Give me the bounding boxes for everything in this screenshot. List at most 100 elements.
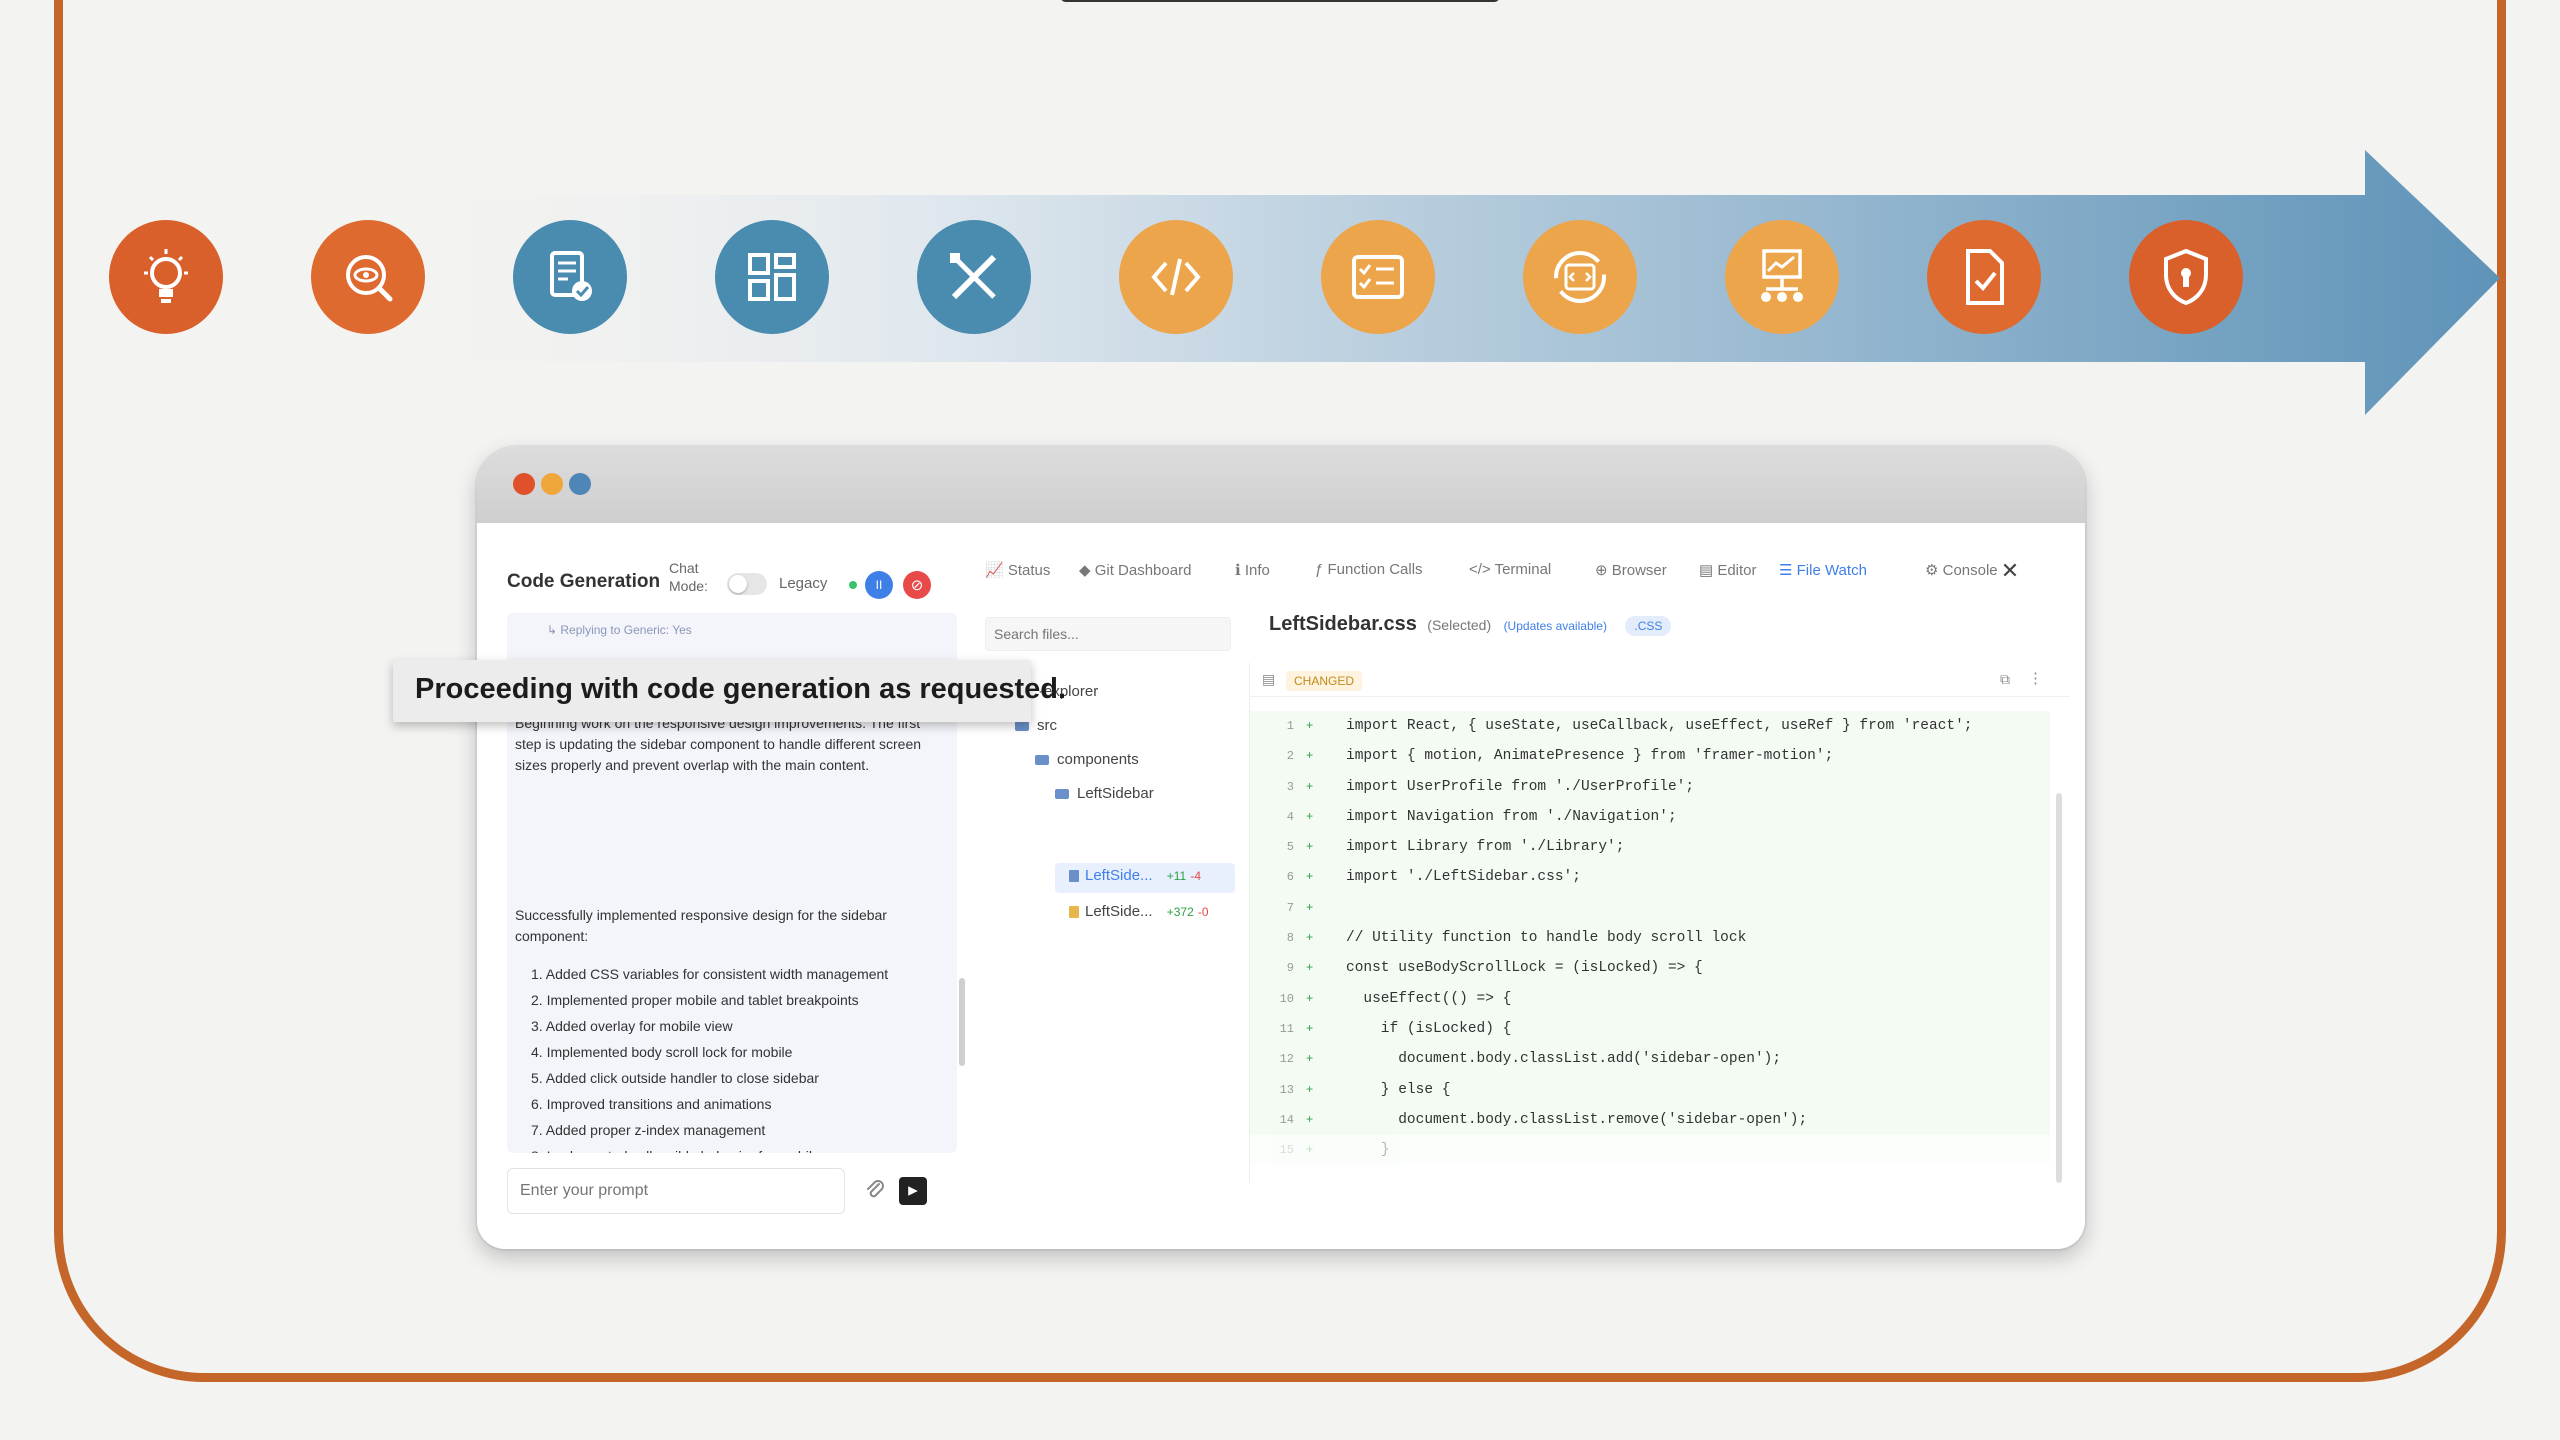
folder-icon — [1015, 721, 1029, 732]
window-titlebar — [477, 447, 2085, 523]
code-line: 13 + } else { — [1250, 1074, 2050, 1105]
eye-search-icon — [311, 220, 425, 334]
tree-folder-label: LeftSidebar — [1077, 785, 1154, 802]
code-line: 14 + document.body.classList.remove('side… — [1250, 1104, 2050, 1136]
code-line: 3 + import UserProfile from './UserProfile… — [1250, 771, 2050, 802]
code-text: import Library from './Library'; — [1346, 839, 1625, 856]
faded-message: ↳ Replying to Generic: Yes — [547, 623, 692, 637]
line-number: 14 — [1279, 1112, 1294, 1127]
added-marker: + — [1306, 719, 1314, 733]
added-marker: + — [1306, 1082, 1314, 1097]
copy-icon[interactable]: ⧉ — [2000, 671, 2010, 688]
line-number: 15 — [1279, 1143, 1294, 1158]
tree-file[interactable]: LeftSide... +11 -4 — [1069, 867, 1201, 884]
code-text: } else { — [1346, 1081, 1451, 1098]
checklist-icon — [1321, 220, 1435, 334]
code-line: 11 + if (isLocked) { — [1250, 1013, 2050, 1045]
tab[interactable]: ◆ Git Dashboard — [1079, 561, 1191, 579]
more-options-icon[interactable]: ⋮ — [2028, 669, 2043, 687]
stop-button[interactable]: ⊘ — [903, 571, 931, 599]
code-line: 10 + useEffect(() => { — [1250, 983, 2050, 1014]
workspace: Code Generation Chat Mode: Legacy II ⊘ ↳… — [499, 523, 2079, 1248]
line-number: 4 — [1286, 809, 1294, 824]
design-tools-icon — [917, 220, 1031, 334]
tree-folder-label: src — [1037, 717, 1057, 734]
added-marker: + — [1306, 991, 1314, 1006]
close-window-button[interactable] — [513, 473, 535, 495]
code-text: } — [1346, 1142, 1390, 1159]
tab[interactable]: ƒ Function Calls — [1315, 561, 1423, 578]
tree-folder-label: components — [1057, 751, 1139, 768]
paperclip-icon[interactable] — [863, 1178, 889, 1204]
code-text: document.body.classList.remove('sidebar-… — [1346, 1111, 1808, 1128]
tab[interactable]: ⚙ Console — [1925, 561, 1998, 579]
line-number: 6 — [1286, 870, 1294, 885]
added-marker: + — [1306, 1143, 1314, 1158]
file-icon — [1069, 906, 1079, 919]
code-text: const useBodyScrollLock = (isLocked) => … — [1346, 960, 1703, 977]
document-icon[interactable]: ▤ — [1262, 671, 1275, 688]
blocks-icon — [715, 220, 829, 334]
tool-tabs: ✕ 📈 Status ◆ Git Dashboard ℹ Info ƒ Functio… — [979, 557, 2079, 593]
line-number: 7 — [1286, 900, 1294, 915]
changed-badge: CHANGED — [1286, 671, 1363, 691]
maximize-window-button[interactable] — [569, 473, 591, 495]
chat-panel: Code Generation Chat Mode: Legacy II ⊘ ↳… — [499, 523, 979, 1248]
search-files-input[interactable] — [985, 617, 1231, 651]
tab[interactable]: 📈 Status — [985, 561, 1050, 579]
chat-scrollbar[interactable] — [959, 978, 965, 1066]
list-item: 8. Implemented collapsible behavior for … — [531, 1143, 941, 1153]
tab[interactable]: ☰ File Watch — [1779, 561, 1867, 579]
tree-folder-leftsidebar[interactable]: LeftSidebar — [1055, 785, 1154, 802]
added-marker: + — [1306, 961, 1314, 976]
file-selected-label: (Selected) — [1427, 617, 1492, 633]
line-number: 10 — [1279, 991, 1294, 1006]
code-line: 15 + } — [1250, 1135, 2050, 1166]
code-line: 1 + import React, { useState, useCallback,… — [1250, 711, 2050, 742]
list-item: 3. Added overlay for mobile view — [531, 1018, 733, 1034]
code-text: import React, { useState, useCallback, u… — [1346, 718, 1973, 734]
code-line: 4 + import Navigation from './Navigation'; — [1250, 801, 2050, 833]
added-marker: + — [1306, 779, 1314, 794]
added-marker: + — [1306, 1112, 1314, 1127]
line-number: 12 — [1279, 1052, 1294, 1067]
send-icon — [908, 1186, 918, 1196]
tree-file[interactable]: LeftSide... +372 -0 — [1069, 903, 1209, 920]
code-text: useEffect(() => { — [1346, 990, 1512, 1007]
tab[interactable]: ▤ Editor — [1699, 561, 1757, 579]
minimize-window-button[interactable] — [541, 473, 563, 495]
document-check-icon — [513, 220, 627, 334]
tab[interactable]: </> Terminal — [1469, 561, 1551, 578]
legacy-label: Legacy — [779, 575, 828, 592]
code-text: import { motion, AnimatePresence } from … — [1346, 748, 1834, 765]
code-text: import './LeftSidebar.css'; — [1346, 869, 1581, 886]
list-item: 7. Added proper z-index management — [531, 1122, 766, 1138]
line-number: 11 — [1279, 1021, 1294, 1036]
list-item: 2. Implemented proper mobile and tablet … — [531, 992, 859, 1008]
file-header: LeftSidebar.css (Selected) (Updates avai… — [1269, 613, 2069, 653]
code-line: 5 + import Library from './Library'; — [1250, 832, 2050, 863]
tab[interactable]: ⊕ Browser — [1595, 561, 1667, 579]
status-dot — [849, 581, 857, 589]
folder-icon — [1055, 789, 1069, 800]
chat-mode-toggle[interactable] — [727, 573, 767, 595]
line-number: 9 — [1286, 961, 1294, 976]
code-line: 12 + document.body.classList.add('sidebar… — [1250, 1044, 2050, 1075]
added-marker: + — [1306, 809, 1314, 824]
prompt-input[interactable] — [507, 1168, 845, 1214]
tool-panel: ✕ 📈 Status ◆ Git Dashboard ℹ Info ƒ Functio… — [979, 523, 2079, 1248]
chat-title: Code Generation — [507, 571, 661, 592]
updates-available-link[interactable]: (Updates available) — [1504, 619, 1607, 633]
code-text: import Navigation from './Navigation'; — [1346, 808, 1677, 825]
tab[interactable]: ℹ Info — [1235, 561, 1270, 579]
message-list: 1. Added CSS variables for consistent wi… — [531, 961, 941, 1153]
file-icon — [1069, 870, 1079, 883]
send-button[interactable] — [899, 1177, 927, 1205]
close-icon[interactable]: ✕ — [1995, 557, 2025, 587]
tree-folder-components[interactable]: components — [1035, 751, 1139, 768]
list-item: 6. Improved transitions and animations — [531, 1096, 772, 1112]
file-check-icon — [1927, 220, 2041, 334]
file-name: LeftSidebar.css — [1269, 613, 1417, 635]
code-scrollbar[interactable] — [2056, 793, 2062, 1183]
pause-button[interactable]: II — [865, 571, 893, 599]
